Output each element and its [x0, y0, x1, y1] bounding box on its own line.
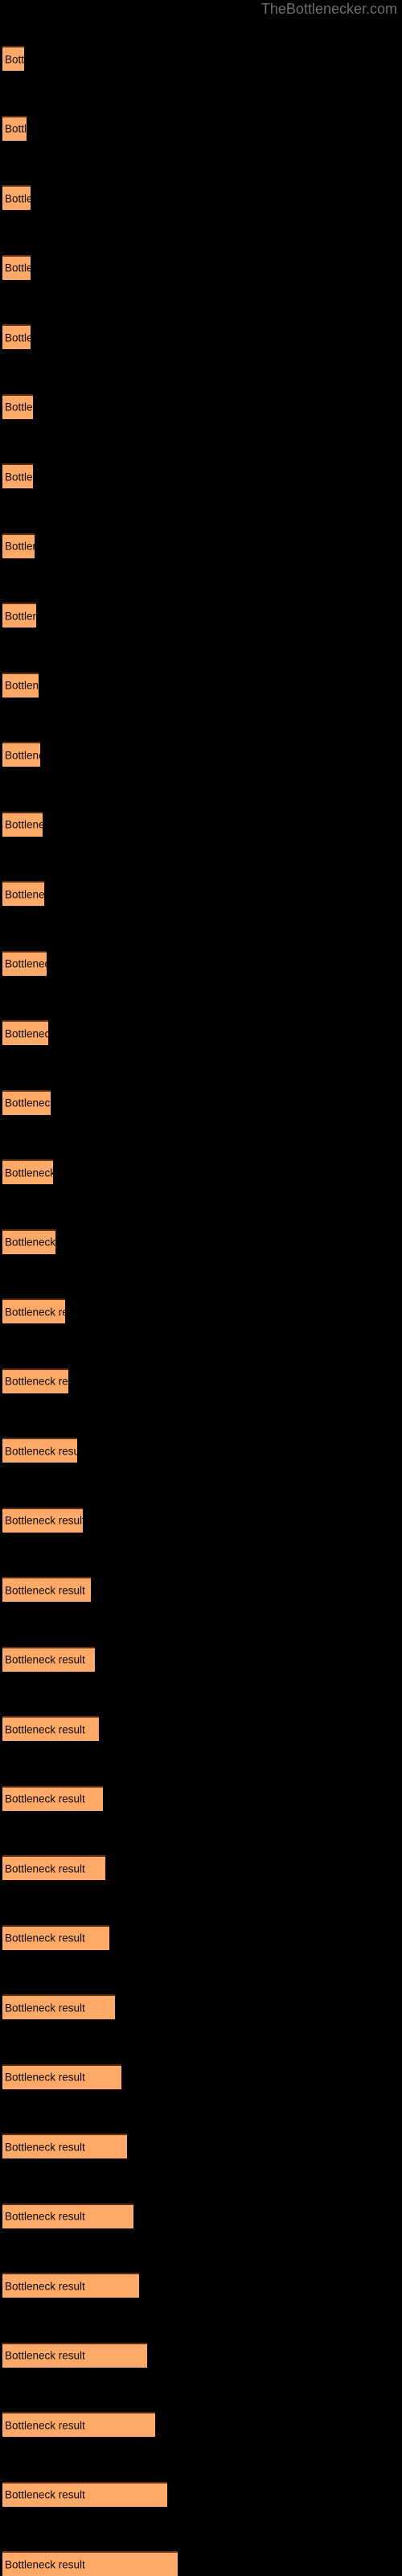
bar[interactable]: Bottleneck result: [2, 1855, 105, 1880]
bar[interactable]: Bottleneck result: [2, 1089, 51, 1115]
bar[interactable]: Bottleneck result: [2, 603, 36, 628]
bar[interactable]: Bottleneck result: [2, 185, 31, 210]
bars-container: Bottleneck result Bottleneck result Bottle…: [0, 0, 402, 2576]
bar-label: Bottleneck result: [5, 2488, 85, 2501]
bar[interactable]: Bottleneck result: [2, 2412, 155, 2437]
bar-label: Bottleneck result: [5, 2280, 85, 2292]
bar[interactable]: Bottleneck result: [2, 1159, 53, 1184]
bar[interactable]: Bottleneck result: [2, 1298, 65, 1323]
bar-label: Bottleneck result: [5, 1932, 85, 1944]
bar[interactable]: Bottleneck result: [2, 393, 33, 419]
bar-label: Bottleneck result: [5, 471, 33, 483]
bar[interactable]: Bottleneck result: [2, 672, 39, 697]
bar-label: Bottleneck result: [5, 53, 24, 65]
bar-label: Bottleneck result: [5, 261, 31, 274]
bar-label: Bottleneck result: [5, 1514, 83, 1527]
bar-label: Bottleneck result: [5, 1862, 85, 1874]
bar-label: Bottleneck result: [5, 122, 27, 135]
bar[interactable]: Bottleneck result: [2, 463, 33, 488]
bar-label: Bottleneck result: [5, 1653, 85, 1666]
bar-label: Bottleneck result: [5, 1723, 85, 1735]
bar[interactable]: Bottleneck result: [2, 1368, 68, 1393]
bar[interactable]: Bottleneck result: [2, 533, 35, 558]
bar-label: Bottleneck result: [5, 749, 40, 761]
bar[interactable]: Bottleneck result: [2, 1577, 91, 1602]
bar-label: Bottleneck result: [5, 401, 33, 414]
bar-label: Bottleneck result: [5, 2349, 85, 2362]
bar[interactable]: Bottleneck result: [2, 2481, 167, 2507]
bar[interactable]: Bottleneck result: [2, 1020, 48, 1045]
bar-label: Bottleneck result: [5, 2141, 85, 2153]
bar[interactable]: Bottleneck result: [2, 324, 31, 349]
bar-label: Bottleneck result: [5, 1306, 65, 1318]
bar[interactable]: Bottleneck result: [2, 1507, 83, 1533]
bar[interactable]: Bottleneck result: [2, 2342, 147, 2368]
bar-label: Bottleneck result: [5, 1027, 48, 1039]
bar-label: Bottleneck result: [5, 957, 47, 970]
bar[interactable]: Bottleneck result: [2, 115, 27, 141]
bar-label: Bottleneck result: [5, 1167, 53, 1179]
bar-label: Bottleneck result: [5, 2210, 85, 2223]
bar[interactable]: Bottleneck result: [2, 2203, 133, 2228]
bar[interactable]: Bottleneck result: [2, 742, 40, 767]
bar-label: Bottleneck result: [5, 2071, 85, 2084]
bar-label: Bottleneck result: [5, 1792, 85, 1805]
bar[interactable]: Bottleneck result: [2, 1994, 115, 2019]
bar[interactable]: Bottleneck result: [2, 254, 31, 280]
bar[interactable]: Bottleneck result: [2, 2273, 139, 2298]
bar-label: Bottleneck result: [5, 540, 35, 553]
bar-label: Bottleneck result: [5, 192, 31, 204]
bar-label: Bottleneck result: [5, 888, 44, 900]
bar-label: Bottleneck result: [5, 610, 36, 622]
bar[interactable]: Bottleneck result: [2, 881, 44, 906]
bar[interactable]: Bottleneck result: [2, 1785, 103, 1811]
bar-label: Bottleneck result: [5, 1097, 51, 1109]
bar[interactable]: Bottleneck result: [2, 1716, 99, 1741]
bar[interactable]: Bottleneck result: [2, 1228, 55, 1254]
bar-label: Bottleneck result: [5, 1445, 77, 1457]
bar-label: Bottleneck result: [5, 2002, 85, 2014]
bar[interactable]: Bottleneck result: [2, 811, 43, 837]
bar-label: Bottleneck result: [5, 2419, 85, 2431]
bar-label: Bottleneck result: [5, 1375, 68, 1388]
bar-label: Bottleneck result: [5, 679, 39, 692]
bar[interactable]: Bottleneck result: [2, 1438, 77, 1463]
bar-label: Bottleneck result: [5, 1236, 55, 1249]
bar[interactable]: Bottleneck result: [2, 1924, 109, 1950]
bar-label: Bottleneck result: [5, 818, 43, 831]
bar[interactable]: Bottleneck result: [2, 950, 47, 976]
bar[interactable]: Bottleneck result: [2, 2134, 127, 2158]
bottleneck-bar-chart: TheBottlenecker.com Bottleneck resultBot…: [0, 0, 402, 2576]
bar[interactable]: Bottleneck result: [2, 2551, 178, 2576]
bar-label: Bottleneck result: [5, 1584, 85, 1596]
bar-label: Bottleneck result: [5, 2558, 85, 2570]
bar[interactable]: Bottleneck result: [2, 1646, 95, 1672]
bar[interactable]: Bottleneck result: [2, 2064, 121, 2089]
bar-label: Bottleneck result: [5, 331, 31, 344]
bar[interactable]: Bottleneck result: [2, 46, 24, 71]
